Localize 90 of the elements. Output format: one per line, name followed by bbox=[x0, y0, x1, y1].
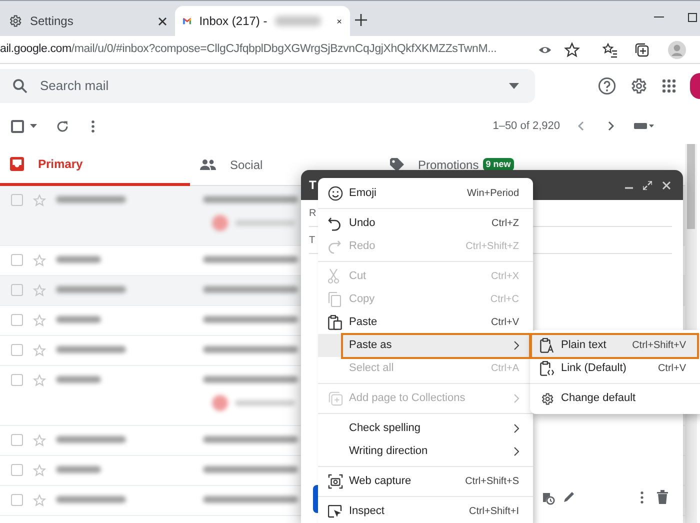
row-checkbox[interactable] bbox=[11, 464, 23, 476]
close-icon[interactable] bbox=[662, 180, 671, 190]
new-tab-icon bbox=[355, 14, 367, 26]
star-icon[interactable] bbox=[564, 42, 580, 58]
clipboard-link-icon bbox=[540, 361, 554, 376]
menu-item[interactable]: Check spelling bbox=[318, 417, 533, 440]
schedule-icon[interactable] bbox=[541, 490, 555, 505]
search-input[interactable]: Search mail bbox=[40, 76, 509, 96]
redacted-email-block bbox=[275, 16, 322, 26]
inbox-icon bbox=[10, 156, 24, 170]
undo-icon bbox=[328, 216, 341, 230]
menu-item[interactable]: Plain text Ctrl+Shift+V bbox=[530, 334, 700, 357]
menu-item[interactable]: Link (Default) Ctrl+V bbox=[530, 357, 700, 380]
previous-icon[interactable] bbox=[578, 121, 584, 131]
dropdown-caret-icon[interactable] bbox=[509, 83, 519, 89]
browser-tab[interactable]: Settings bbox=[0, 6, 175, 36]
row-checkbox[interactable] bbox=[11, 284, 23, 296]
clipboard-text-icon bbox=[540, 338, 554, 353]
help-icon[interactable] bbox=[598, 77, 616, 95]
gear-icon bbox=[540, 392, 554, 406]
pen-icon[interactable] bbox=[562, 490, 576, 504]
inspect-icon bbox=[328, 505, 342, 518]
clipboard-icon bbox=[328, 315, 342, 330]
apps-grid-icon[interactable] bbox=[662, 79, 676, 93]
collections-icon[interactable] bbox=[634, 42, 650, 58]
row-checkbox[interactable] bbox=[11, 344, 23, 356]
redacted-sender-block bbox=[56, 196, 126, 203]
chevron-right-icon bbox=[514, 447, 519, 456]
chevron-right-icon bbox=[514, 424, 519, 433]
trash-icon[interactable] bbox=[657, 490, 668, 504]
compose-field-label: R bbox=[309, 206, 316, 220]
menu-item[interactable]: Undo Ctrl+Z bbox=[318, 212, 533, 235]
row-checkbox[interactable] bbox=[11, 254, 23, 266]
tag-icon bbox=[390, 158, 404, 172]
menu-item[interactable]: Writing direction bbox=[318, 440, 533, 463]
expand-icon[interactable] bbox=[643, 180, 652, 190]
copy-icon bbox=[328, 292, 341, 307]
redo-icon bbox=[328, 240, 341, 254]
redacted-sender-block bbox=[56, 376, 101, 383]
next-icon[interactable] bbox=[608, 121, 614, 131]
redacted-sender-block bbox=[56, 496, 126, 503]
redacted-sender-block bbox=[56, 256, 101, 263]
more-icon[interactable] bbox=[640, 491, 644, 504]
profile-icon[interactable] bbox=[668, 40, 686, 58]
row-checkbox[interactable] bbox=[11, 314, 23, 326]
settings-icon[interactable] bbox=[630, 77, 648, 95]
redacted-sender-block bbox=[56, 286, 126, 293]
redacted-sender-block bbox=[56, 316, 101, 323]
account-avatar[interactable] bbox=[690, 73, 700, 99]
more-icon[interactable] bbox=[91, 120, 95, 132]
search-icon[interactable] bbox=[12, 78, 28, 94]
caret-icon[interactable] bbox=[30, 124, 37, 128]
row-checkbox[interactable] bbox=[11, 434, 23, 446]
pagination-range: 1–50 of 2,920 bbox=[492, 118, 560, 134]
compose-field-label: T bbox=[309, 234, 316, 248]
close-icon bbox=[158, 16, 167, 26]
mail-logo-icon bbox=[183, 15, 192, 27]
chevron-right-icon bbox=[514, 394, 519, 403]
browser-tab[interactable]: Inbox (217) - bbox=[175, 6, 350, 36]
row-checkbox[interactable] bbox=[11, 494, 23, 506]
menu-item[interactable]: Web capture Ctrl+Shift+S bbox=[318, 470, 533, 493]
gear-icon bbox=[8, 14, 22, 28]
menu-item[interactable]: Paste Ctrl+V bbox=[318, 311, 533, 334]
redacted-sender-block bbox=[56, 346, 126, 353]
favorites-icon[interactable] bbox=[602, 42, 618, 58]
maximize-icon bbox=[688, 13, 697, 22]
search-field[interactable]: Search mail bbox=[0, 69, 535, 103]
web-capture-icon bbox=[328, 474, 343, 489]
people-icon bbox=[200, 159, 216, 170]
redacted-attachment-block bbox=[212, 395, 228, 411]
row-checkbox[interactable] bbox=[11, 194, 23, 206]
redacted-attachment-block bbox=[212, 215, 228, 231]
refresh-icon[interactable] bbox=[56, 120, 69, 132]
redacted-attachment-block bbox=[235, 400, 295, 406]
emoji-icon bbox=[328, 186, 343, 201]
redacted-sender-block bbox=[56, 466, 101, 473]
redacted-attachment-block bbox=[235, 220, 295, 226]
scrollbar-thumb[interactable] bbox=[687, 144, 695, 229]
scissors-icon bbox=[328, 269, 339, 284]
row-checkbox[interactable] bbox=[11, 374, 23, 386]
keyboard-icon[interactable] bbox=[634, 122, 654, 130]
redacted-sender-block bbox=[56, 436, 126, 443]
menu-item[interactable]: Inspect Ctrl+Shift+I bbox=[318, 500, 533, 523]
chevron-right-icon bbox=[514, 341, 519, 350]
menu-item[interactable]: Change default bbox=[530, 387, 700, 410]
close-icon bbox=[337, 16, 342, 26]
new-count-badge: 9 new bbox=[482, 158, 514, 172]
address-field[interactable]: ail.google.com/mail/u/0/#inbox?compose=CllgCJfqbplDbgXGWrgSjBzvnCqJgjXhQkfXKMZZsTwnM... bbox=[0, 36, 520, 62]
select-checkbox[interactable] bbox=[11, 120, 24, 132]
collections-icon bbox=[328, 391, 343, 406]
